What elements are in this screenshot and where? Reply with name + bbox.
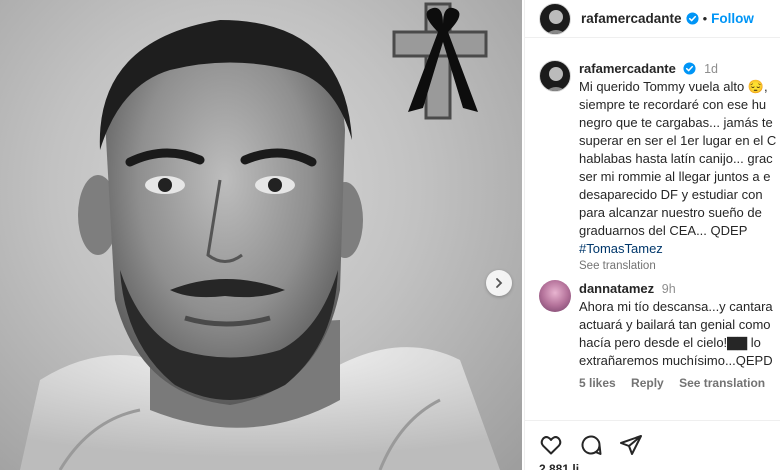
comment-reply-button[interactable]: Reply (631, 376, 664, 390)
caption-line: ser mi rommie al llegar juntos a e (579, 169, 771, 184)
follow-button[interactable]: Follow (711, 11, 754, 26)
comment-line: hacía pero desde el cielo!▇▇ lo (579, 335, 761, 350)
separator-dot: • (702, 11, 708, 26)
caption-line: siempre te recordaré con ese hu (579, 97, 767, 112)
caption-line: superar en ser el 1er lugar en el C (579, 133, 777, 148)
caption-line: desaparecido DF y estudiar con (579, 187, 763, 202)
comment-likes[interactable]: 5 likes (579, 376, 616, 390)
comment-see-translation[interactable]: See translation (679, 376, 765, 390)
caption-line: Mi querido Tommy vuela alto 😔, (579, 79, 768, 94)
comment-time[interactable]: 9h (662, 282, 676, 296)
comment-meta: 5 likes Reply See translation (579, 376, 780, 390)
post-side-panel: rafamercadante • Follow rafamercadante 1… (524, 0, 780, 470)
caption-username[interactable]: rafamercadante (579, 61, 676, 76)
caption-author-avatar[interactable] (539, 60, 571, 92)
chevron-right-icon (496, 278, 503, 288)
author-username[interactable]: rafamercadante (581, 11, 682, 26)
post-image[interactable] (0, 0, 522, 470)
verified-badge-icon (683, 62, 696, 75)
comment-header: dannatamez 9h (579, 280, 780, 298)
author-avatar[interactable] (539, 2, 571, 35)
commenter-avatar[interactable] (539, 280, 571, 312)
caption-line: negro que te cargabas... jamás te (579, 115, 773, 130)
mourning-ribbon-cross-icon (392, 2, 488, 120)
next-image-button[interactable] (486, 270, 512, 296)
comment-line: Ahora mi tío descansa...y cantara (579, 299, 773, 314)
caption-hashtag[interactable]: #TomasTamez (579, 240, 780, 258)
caption-line: graduarnos del CEA... QDEP (579, 223, 748, 238)
comments-section: rafamercadante 1d Mi querido Tommy vuela… (525, 50, 780, 390)
comment-line: actuará y bailará tan genial como (579, 317, 771, 332)
post-likes-count[interactable]: 2,881 li... (539, 462, 589, 470)
post-header: rafamercadante • Follow (525, 0, 780, 38)
comment-line: extrañaremos muchísimo...QEPD (579, 353, 773, 368)
heart-icon[interactable] (539, 433, 563, 457)
caption-time[interactable]: 1d (704, 62, 718, 76)
comment-username[interactable]: dannatamez (579, 281, 654, 296)
paper-plane-icon[interactable] (619, 433, 643, 457)
verified-badge-icon (686, 12, 699, 25)
caption-line: para alcanzar nuestro sueño de (579, 205, 762, 220)
avatar-image (546, 9, 566, 34)
caption-comment: rafamercadante 1d Mi querido Tommy vuela… (525, 50, 780, 272)
avatar-image (546, 67, 566, 91)
caption-header: rafamercadante 1d (579, 50, 780, 78)
caption-see-translation[interactable]: See translation (579, 260, 780, 272)
comment-item: dannatamez 9h Ahora mi tío descansa...y … (525, 280, 780, 390)
comment-icon[interactable] (579, 433, 603, 457)
caption-line: hablabas hasta latín canijo... grac (579, 151, 773, 166)
